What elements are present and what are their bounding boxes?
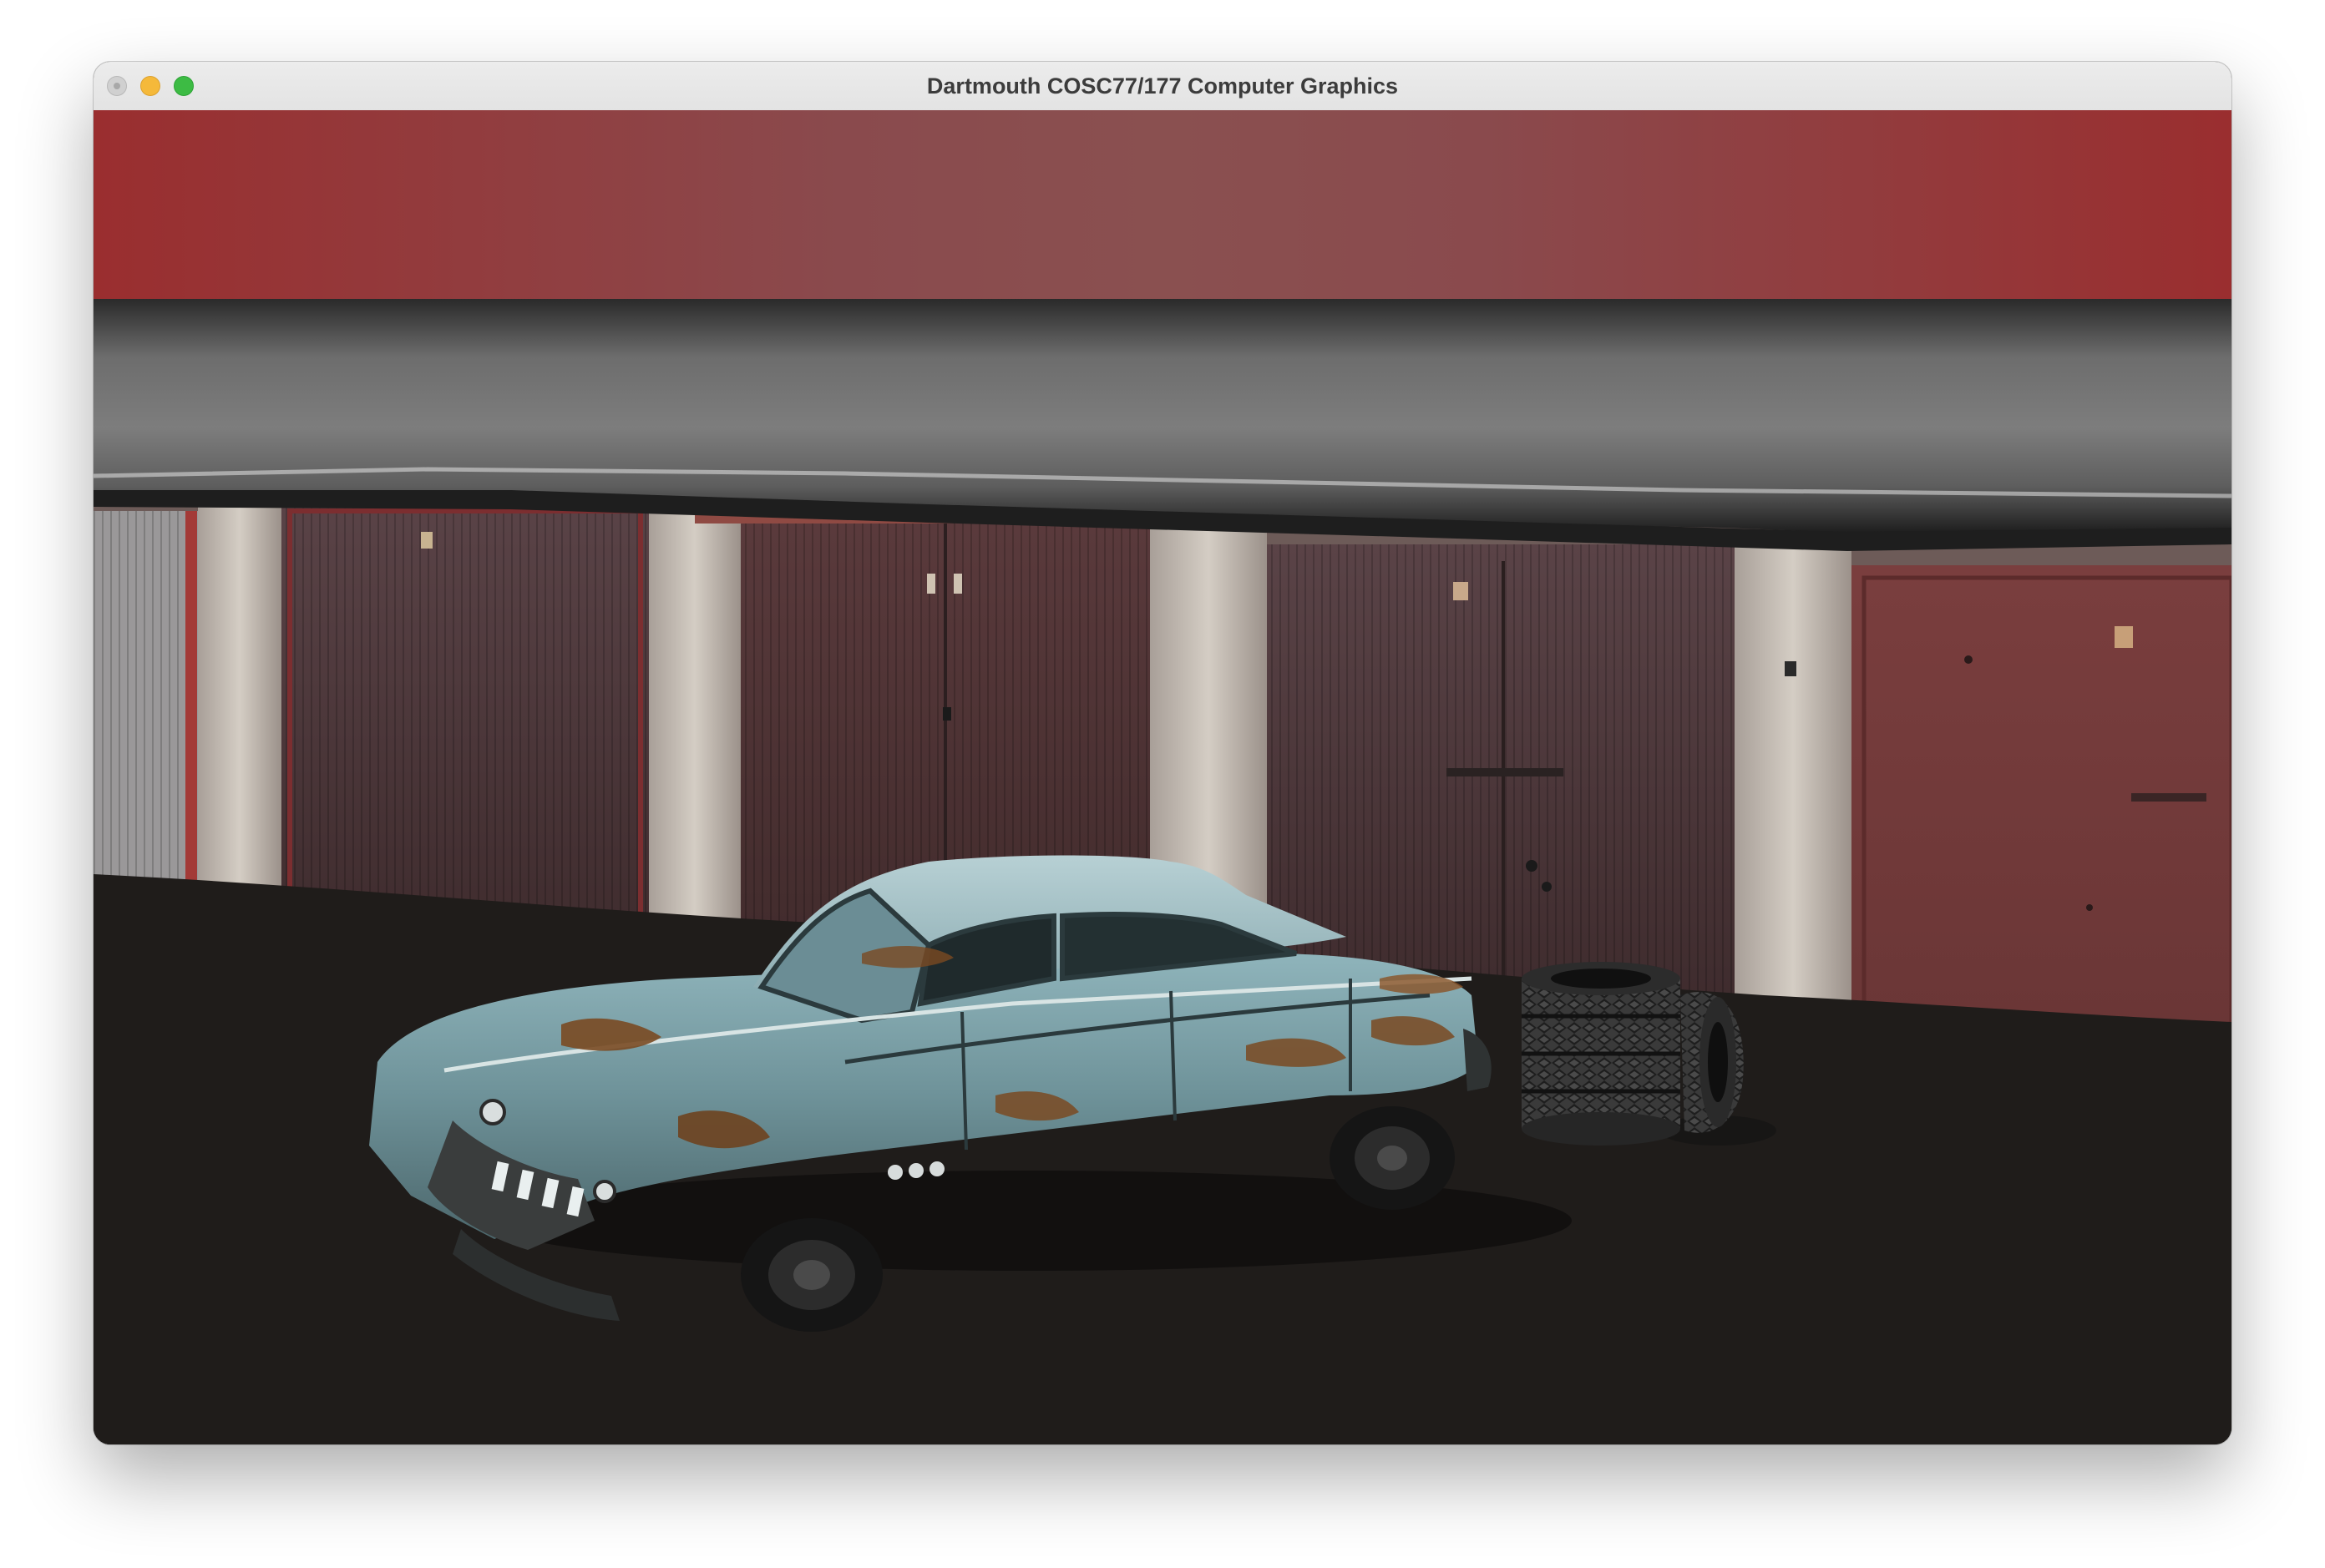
concrete-pillar-1 [198, 461, 281, 945]
app-window: Dartmouth COSC77/177 Computer Graphics [94, 62, 2231, 1444]
render-viewport[interactable] [94, 110, 2231, 1444]
concrete-pillar-4 [1735, 536, 1851, 1020]
desktop: Dartmouth COSC77/177 Computer Graphics [0, 0, 2325, 1568]
concrete-pillar-2 [649, 469, 741, 970]
window-title: Dartmouth COSC77/177 Computer Graphics [926, 73, 1399, 99]
title-bar[interactable]: Dartmouth COSC77/177 Computer Graphics [94, 62, 2231, 111]
rear-wheel [1330, 1106, 1455, 1210]
sky-band [94, 110, 2231, 299]
front-wheel [741, 1218, 883, 1332]
scene-canvas [94, 110, 2231, 1444]
